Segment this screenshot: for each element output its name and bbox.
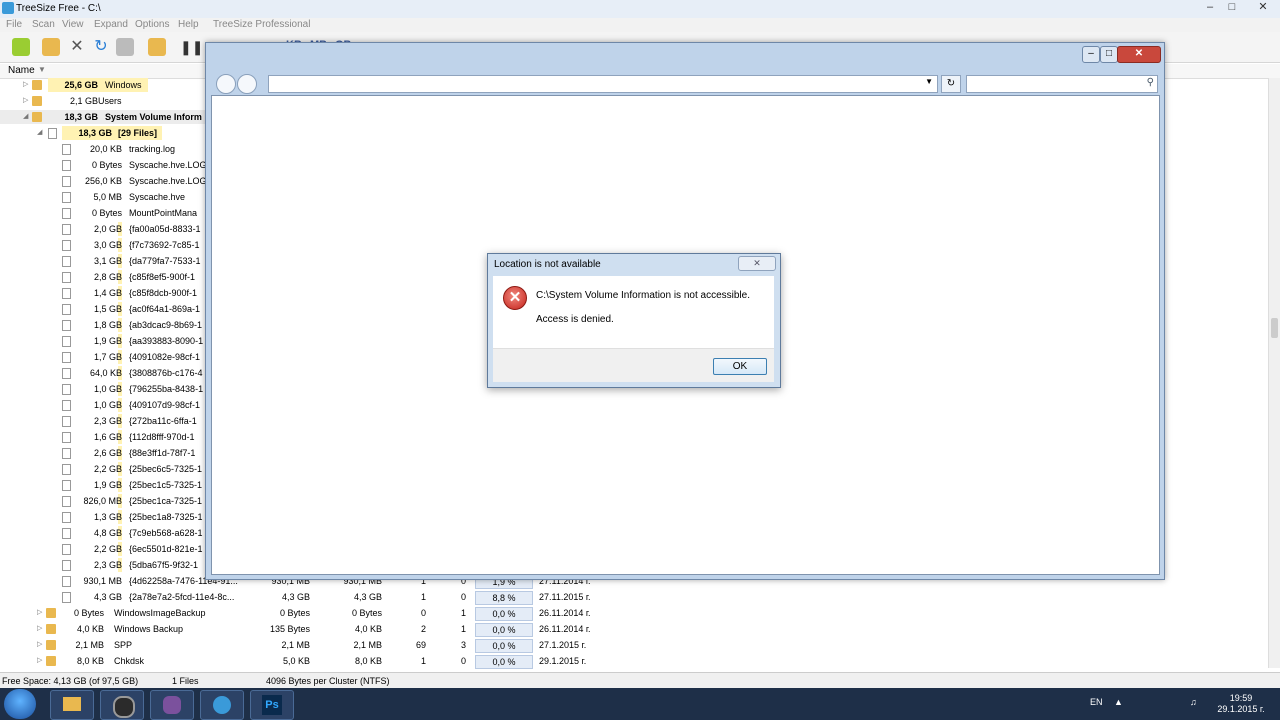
percent-bar: 0,0 % xyxy=(475,623,533,637)
folder-icon xyxy=(32,112,42,122)
dialog-message: C:\System Volume Information is not acce… xyxy=(536,290,750,301)
minimize-button[interactable]: – xyxy=(1200,1,1220,15)
tray-arrow-icon[interactable]: ▲ xyxy=(1114,697,1123,707)
search-input[interactable]: ⚲ xyxy=(966,75,1158,93)
sort-icon: ▼ xyxy=(38,65,46,74)
vertical-scrollbar[interactable] xyxy=(1268,78,1280,668)
folder-icon xyxy=(32,96,42,106)
app-title: TreeSize Free - C:\ xyxy=(16,3,101,14)
taskbar-browser-icon[interactable] xyxy=(100,690,144,720)
folder-icon xyxy=(32,80,42,90)
tree-row-folder[interactable]: ▷ 2,1 MB SPP 2,1 MB 2,1 MB 69 3 0,0 % 27.1.2015 … xyxy=(0,637,1268,653)
clock-date: 29.1.2015 г. xyxy=(1217,704,1265,714)
dialog-close-button[interactable]: ✕ xyxy=(738,256,776,271)
clock-time: 19:59 xyxy=(1229,693,1253,703)
percent-bar: 0,0 % xyxy=(475,655,533,669)
tree-row-file[interactable]: 4,3 GB {2a78e7a2-5fcd-11e4-8c... 4,3 GB 4,3… xyxy=(0,589,1268,605)
title-bar: TreeSize Free - C:\ – □ ✕ xyxy=(0,0,1280,19)
tree-row-folder[interactable]: ▷ 8,0 KB Chkdsk 5,0 KB 8,0 KB 1 0 0,0 % 29.1.201… xyxy=(0,653,1268,669)
select-folder-icon[interactable] xyxy=(42,38,60,56)
volume-icon[interactable]: ♫ xyxy=(1190,697,1197,707)
refresh-icon[interactable]: ↻ xyxy=(92,38,110,56)
back-icon[interactable] xyxy=(216,74,236,94)
percent-bar: 0,0 % xyxy=(475,639,533,653)
menu-treesize-pro[interactable]: TreeSize Professional xyxy=(213,19,310,30)
app-icon xyxy=(2,2,14,14)
cluster-text: 4096 Bytes per Cluster (NTFS) xyxy=(266,676,390,686)
dialog-detail: Access is denied. xyxy=(536,314,614,325)
address-bar[interactable]: ▼ xyxy=(268,75,938,93)
menu-help[interactable]: Help xyxy=(178,19,199,30)
taskbar-photoshop-icon[interactable]: Ps xyxy=(250,690,294,720)
start-button[interactable] xyxy=(4,689,36,719)
taskbar: Ps EN ▲ ♫ 19:59 29.1.2015 г. xyxy=(0,688,1280,720)
tree-row-folder[interactable]: ▷ 0 Bytes WindowsImageBackup 0 Bytes 0 Bytes… xyxy=(0,605,1268,621)
close-button[interactable]: ✕ xyxy=(1248,1,1278,15)
taskbar-explorer-icon[interactable] xyxy=(50,690,94,720)
dialog-body: ✕ C:\System Volume Information is not ac… xyxy=(493,276,774,348)
menu-scan[interactable]: Scan xyxy=(32,19,55,30)
menu-bar: File Scan View Expand Options Help TreeS… xyxy=(0,18,1280,32)
ok-button[interactable]: OK xyxy=(713,358,767,375)
explorer-close-button[interactable]: ✕ xyxy=(1117,46,1161,63)
menu-view[interactable]: View xyxy=(62,19,84,30)
percent-bar: 8,8 % xyxy=(475,591,533,605)
explorer-maximize-button[interactable]: □ xyxy=(1100,46,1118,63)
tree-row-folder[interactable]: ▷ 4,0 KB Windows Backup 135 Bytes 4,0 KB 2 1 0,… xyxy=(0,621,1268,637)
stop-icon[interactable]: ✕ xyxy=(68,38,86,56)
dialog-title: Location is not available xyxy=(494,259,601,270)
error-dialog: Location is not available ✕ ✕ C:\System … xyxy=(487,253,781,388)
status-bar: Free Space: 4,13 GB (of 97,5 GB) 1 Files… xyxy=(0,672,1280,689)
language-indicator[interactable]: EN xyxy=(1090,697,1103,707)
dialog-footer: OK xyxy=(493,348,774,382)
free-space-text: Free Space: 4,13 GB (of 97,5 GB) xyxy=(2,676,139,686)
explorer-icon[interactable] xyxy=(148,38,166,56)
taskbar-viber-icon[interactable] xyxy=(150,690,194,720)
maximize-button[interactable]: □ xyxy=(1222,1,1242,15)
column-header-name[interactable]: Name xyxy=(8,65,35,76)
columns-icon[interactable]: ❚❚ xyxy=(180,38,203,56)
forward-icon[interactable] xyxy=(237,74,257,94)
menu-file[interactable]: File xyxy=(6,19,22,30)
dropdown-arrow-icon[interactable]: ▼ xyxy=(925,77,933,86)
menu-expand[interactable]: Expand xyxy=(94,19,128,30)
files-count-text: 1 Files xyxy=(172,676,199,686)
error-icon: ✕ xyxy=(503,286,527,310)
clock[interactable]: 19:59 29.1.2015 г. xyxy=(1212,693,1270,715)
percent-bar: 0,0 % xyxy=(475,607,533,621)
explorer-minimize-button[interactable]: – xyxy=(1082,46,1100,63)
refresh-icon[interactable]: ↻ xyxy=(941,75,961,93)
menu-options[interactable]: Options xyxy=(135,19,169,30)
search-icon: ⚲ xyxy=(1146,77,1154,88)
network-icon[interactable] xyxy=(116,38,134,56)
scan-icon[interactable] xyxy=(12,38,30,56)
taskbar-treesize-icon[interactable] xyxy=(200,690,244,720)
